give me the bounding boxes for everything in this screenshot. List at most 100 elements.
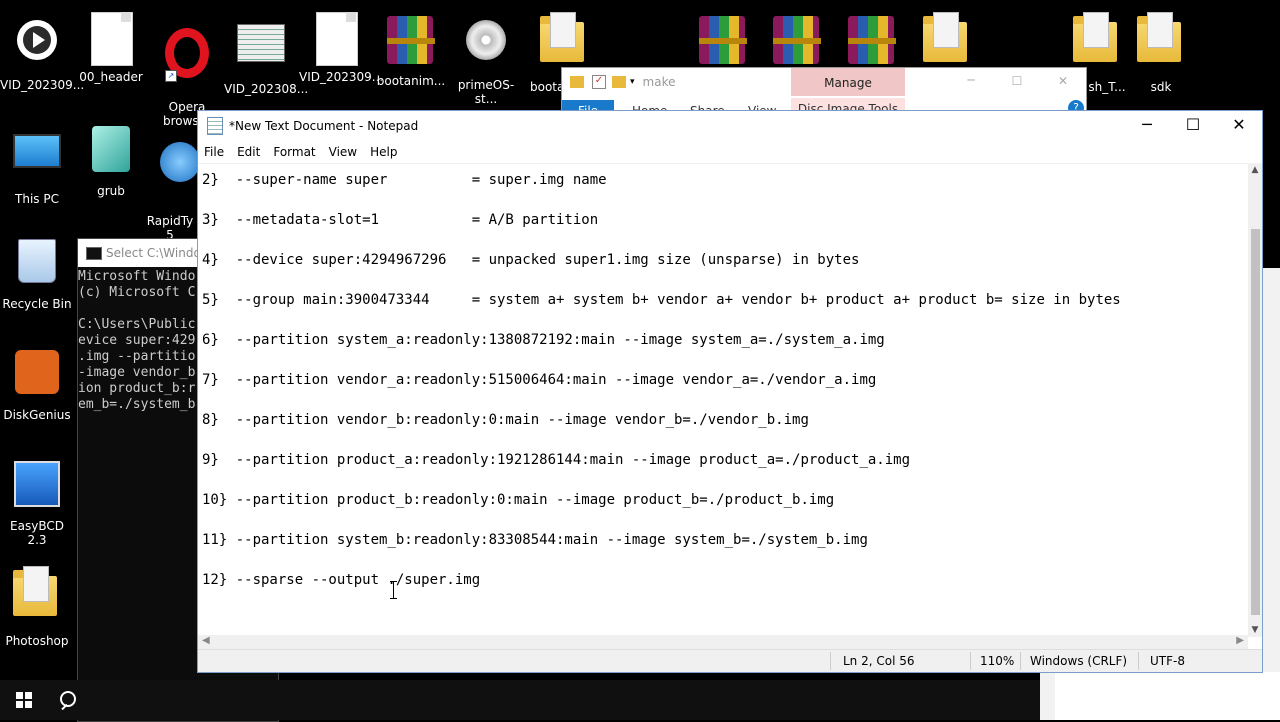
- desktop-icon-diskgenius[interactable]: DiskGenius: [0, 344, 74, 422]
- video-thumbnail-icon: [237, 24, 285, 62]
- desktop-icon-video-3[interactable]: VID_202309...: [299, 12, 384, 84]
- taskbar: [0, 680, 1040, 720]
- menu-bar: File Edit Format View Help: [198, 141, 1262, 163]
- scrollbar-thumb[interactable]: [1251, 229, 1260, 615]
- menu-edit[interactable]: Edit: [237, 145, 260, 159]
- desktop-icon-label: Photoshop: [5, 634, 69, 648]
- desktop-icon-label: 00_header: [79, 70, 143, 84]
- file-icon: [316, 12, 358, 66]
- start-button[interactable]: [0, 680, 48, 720]
- folder-icon: [1137, 12, 1181, 62]
- close-button[interactable]: ✕: [1040, 68, 1086, 96]
- windows-logo-icon: [16, 692, 32, 708]
- file-icon: [91, 12, 133, 66]
- desktop-icon-label: This PC: [15, 192, 59, 206]
- text-line: 2} --super-name super = super.img name: [202, 172, 607, 188]
- desktop-icon-primeos[interactable]: primeOS-st...: [449, 12, 523, 106]
- cursor-position: Ln 2, Col 56: [843, 654, 915, 668]
- text-line: 11} --partition system_b:readonly:833085…: [202, 532, 868, 548]
- desktop-icon-rapidtyping[interactable]: RapidTy 5: [140, 122, 200, 256]
- winrar-archive-icon: [848, 16, 894, 64]
- minimize-button[interactable]: ─: [1124, 111, 1170, 141]
- desktop-icon-photoshop[interactable]: Photoshop: [0, 566, 74, 648]
- status-bar: Ln 2, Col 56 110% Windows (CRLF) UTF-8: [198, 649, 1262, 672]
- properties-icon[interactable]: ✓: [592, 75, 606, 89]
- disc-image-icon: [466, 20, 506, 60]
- desktop-icon-archive-1[interactable]: [686, 12, 760, 74]
- folder-icon: [1073, 12, 1117, 62]
- desktop-icon-00-header[interactable]: 00_header: [74, 12, 148, 84]
- text-cursor-icon: [390, 581, 398, 599]
- line-ending: Windows (CRLF): [1030, 654, 1128, 668]
- horizontal-scrollbar[interactable]: ◀ ▶: [198, 635, 1248, 650]
- folder-icon: [570, 76, 584, 88]
- text-line: 3} --metadata-slot=1 = A/B partition: [202, 212, 599, 228]
- menu-view[interactable]: View: [329, 145, 357, 159]
- scroll-down-icon[interactable]: ▼: [1248, 625, 1262, 635]
- video-player-icon: [17, 20, 57, 60]
- maximize-button[interactable]: ☐: [994, 68, 1040, 96]
- desktop-icon-this-pc[interactable]: This PC: [0, 122, 74, 206]
- desktop-icon-video-1[interactable]: VID_202309...: [0, 12, 85, 92]
- grub-icon: [92, 126, 130, 172]
- manage-tab[interactable]: Manage: [791, 68, 905, 96]
- desktop-icon-label: VID_202309...: [0, 78, 85, 92]
- folder-icon: [923, 12, 967, 62]
- zoom-level: 110%: [980, 654, 1015, 668]
- menu-help[interactable]: Help: [370, 145, 397, 159]
- text-line: 10} --partition product_b:readonly:0:mai…: [202, 492, 835, 508]
- scroll-right-icon[interactable]: ▶: [1236, 635, 1244, 646]
- menu-format[interactable]: Format: [273, 145, 315, 159]
- notepad-icon: [207, 117, 223, 135]
- title-bar[interactable]: *New Text Document - Notepad: [198, 111, 1262, 141]
- desktop-icon-video-2[interactable]: VID_202308...: [224, 12, 308, 96]
- winrar-archive-icon: [773, 16, 819, 64]
- text-line: 7} --partition vendor_a:readonly:5150064…: [202, 372, 877, 388]
- desktop-icon-label: primeOS-st...: [457, 78, 515, 106]
- desktop-icon-label: Recycle Bin: [2, 297, 72, 311]
- recycle-bin-icon: [18, 239, 56, 283]
- window-title: *New Text Document - Notepad: [229, 119, 419, 133]
- diskgenius-icon: [15, 350, 59, 394]
- desktop-icon-bootanim[interactable]: bootanim...: [374, 12, 448, 88]
- new-folder-icon[interactable]: [612, 76, 626, 88]
- scroll-left-icon[interactable]: ◀: [202, 635, 210, 646]
- folder-icon: [540, 12, 584, 62]
- text-editor[interactable]: 2} --super-name super = super.img name 3…: [198, 163, 1248, 640]
- desktop-icon-label: grub: [97, 184, 125, 198]
- text-line: 4} --device super:4294967296 = unpacked …: [202, 252, 860, 268]
- winrar-archive-icon: [699, 16, 745, 64]
- text-line: 5} --group main:3900473344 = system a+ s…: [202, 292, 1121, 308]
- search-button[interactable]: [48, 680, 88, 720]
- explorer-title: make: [642, 75, 676, 89]
- text-line: 12} --sparse --output ./super.img: [202, 572, 481, 588]
- chevron-down-icon[interactable]: ▾: [630, 77, 635, 87]
- desktop-icon-grub[interactable]: grub: [74, 122, 148, 198]
- desktop-icon-easybcd[interactable]: EasyBCD 2.3: [0, 455, 74, 547]
- text-line: 9} --partition product_a:readonly:192128…: [202, 452, 911, 468]
- desktop-icon-label: sdk: [1150, 80, 1172, 94]
- notepad-window[interactable]: *New Text Document - Notepad ─ ☐ ✕ File …: [197, 110, 1263, 673]
- easybcd-icon: [14, 461, 60, 507]
- desktop-icon-sdk[interactable]: sdk: [1124, 12, 1198, 94]
- desktop-icon-label: VID_202309...: [299, 70, 384, 84]
- shortcut-arrow-icon: ↗: [165, 70, 177, 82]
- desktop-icon-label: bootanim...: [376, 74, 446, 88]
- minimize-button[interactable]: ─: [948, 68, 994, 96]
- computer-icon: [13, 134, 61, 168]
- folder-icon: [13, 566, 57, 616]
- desktop-icon-archive-3[interactable]: [835, 12, 909, 74]
- desktop-icon-label: EasyBCD 2.3: [10, 519, 64, 547]
- scroll-up-icon[interactable]: ▲: [1248, 165, 1262, 175]
- close-button[interactable]: ✕: [1216, 111, 1262, 141]
- maximize-button[interactable]: ☐: [1170, 111, 1216, 141]
- background-window: [1055, 672, 1280, 720]
- desktop-icon-recycle-bin[interactable]: Recycle Bin: [0, 233, 74, 311]
- desktop-icon-label: DiskGenius: [3, 408, 71, 422]
- vertical-scrollbar[interactable]: ▲ ▼: [1248, 163, 1262, 637]
- text-line: 6} --partition system_a:readonly:1380872…: [202, 332, 885, 348]
- encoding: UTF-8: [1150, 654, 1185, 668]
- rapidtyping-icon: [160, 142, 200, 182]
- menu-file[interactable]: File: [204, 145, 224, 159]
- desktop-icon-archive-2[interactable]: [760, 12, 834, 74]
